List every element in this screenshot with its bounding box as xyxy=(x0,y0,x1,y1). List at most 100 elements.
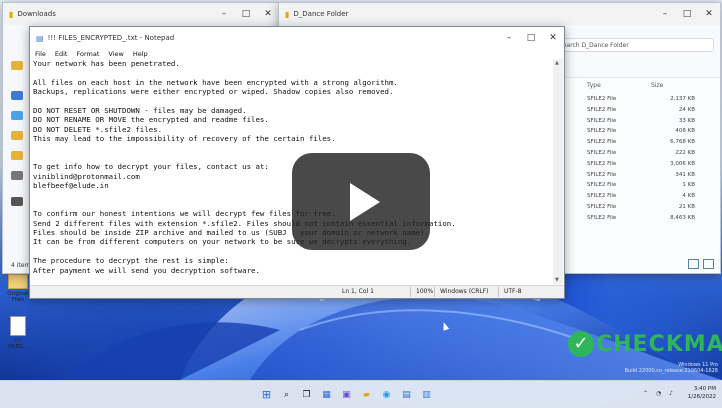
text-line: Files should be inside ZIP archive and m… xyxy=(33,228,430,238)
text-line xyxy=(33,153,549,162)
store-icon[interactable]: ▤ xyxy=(399,387,414,402)
file-type: SFILE2 File xyxy=(587,128,617,135)
menu-help[interactable]: Help xyxy=(133,50,148,58)
text-line: This may lead to the impossibility of re… xyxy=(33,134,336,144)
text-line: viniblind@protonmail.com xyxy=(33,171,140,181)
file-row[interactable]: SFILE2 File 3,006 KB xyxy=(585,161,715,171)
file-row[interactable]: SFILE2 File 408 KB xyxy=(585,128,715,138)
file-type: SFILE2 File xyxy=(587,150,617,156)
notepad-taskbar-icon[interactable]: ▥ xyxy=(419,387,434,402)
view-toggle xyxy=(688,259,714,269)
zoom-level: 100% xyxy=(416,288,434,295)
drive-icon[interactable] xyxy=(11,197,23,206)
text-line: Backups, replications were either encryp… xyxy=(33,87,394,97)
details-view-icon[interactable] xyxy=(688,259,699,269)
minimize-button[interactable]: – xyxy=(213,3,235,25)
menu-bar: File Edit Format View Help xyxy=(30,49,564,59)
taskbar: ⊞ ⌕ ❐ ▦ ▣ ▰ ◉ ▤ ▥ ⌃ ◔ ♪ 3:40 PM 1/26/202… xyxy=(0,380,722,408)
widgets-icon[interactable]: ▦ xyxy=(319,387,334,402)
desktop-icon-ransom-note[interactable]: !!! FILES... xyxy=(4,316,32,350)
downloads-titlebar[interactable]: ▮ Downloads – □ ✕ xyxy=(3,3,279,25)
watermark-text: CHECKMAL xyxy=(596,331,722,357)
text-line xyxy=(33,144,549,153)
desktop-icon-original-files[interactable]: Original Files xyxy=(4,274,32,303)
status-bar: Ln 1, Col 1 100% Windows (CRLF) UTF-8 xyxy=(30,285,564,298)
file-row[interactable]: SFILE2 File 6,768 KB xyxy=(585,139,715,149)
scroll-down-icon[interactable]: ▼ xyxy=(555,277,559,283)
file-size: 8,463 KB xyxy=(670,214,695,221)
file-row[interactable]: SFILE2 File 33 KB xyxy=(585,118,715,128)
menu-format[interactable]: Format xyxy=(76,50,99,58)
navigation-pane xyxy=(3,47,31,247)
file-row[interactable]: SFILE2 File 1 KB xyxy=(585,182,715,192)
line-ending: Windows (CRLF) xyxy=(440,288,489,295)
menu-edit[interactable]: Edit xyxy=(55,50,68,58)
video-play-button[interactable] xyxy=(292,153,430,250)
maximize-button[interactable]: □ xyxy=(520,27,542,49)
text-line: To confirm our honest intentions we will… xyxy=(33,209,336,219)
file-size: 21 KB xyxy=(678,204,695,210)
desktop-icon-label: !!! FILES... xyxy=(7,338,29,350)
chat-icon[interactable]: ▣ xyxy=(339,387,354,402)
close-button[interactable]: ✕ xyxy=(542,27,564,49)
file-row[interactable]: SFILE2 File 8,463 KB xyxy=(585,215,715,225)
text-file-icon xyxy=(10,316,26,336)
close-button[interactable]: ✕ xyxy=(257,3,279,25)
window-title: D_Dance Folder xyxy=(293,10,349,18)
file-size: 2,137 KB xyxy=(670,96,695,102)
tiles-view-icon[interactable] xyxy=(703,259,714,269)
file-row[interactable]: SFILE2 File 341 KB xyxy=(585,172,715,182)
desktop-icon[interactable] xyxy=(11,91,23,100)
file-type: SFILE2 File xyxy=(587,117,617,124)
file-type: SFILE2 File xyxy=(587,193,617,200)
file-size: 408 KB xyxy=(675,128,695,135)
folder-titlebar[interactable]: ▮ D_Dance Folder – □ ✕ xyxy=(279,3,720,25)
clock[interactable]: 3:40 PM 1/26/2022 xyxy=(688,385,716,401)
search-icon[interactable]: ⌕ xyxy=(279,387,294,402)
text-line: The procedure to decrypt the rest is sim… xyxy=(33,256,229,266)
pictures-icon[interactable] xyxy=(11,151,23,160)
text-line xyxy=(33,97,549,106)
file-size: 3,006 KB xyxy=(670,160,695,167)
system-tray[interactable]: ⌃ ◔ ♪ xyxy=(643,390,676,397)
text-editor[interactable]: Your network has been penetrated. All fil… xyxy=(33,59,549,286)
play-icon xyxy=(350,182,380,221)
notepad-titlebar[interactable]: ▤ !!! FILES_ENCRYPTED_.txt - Notepad – □… xyxy=(30,27,564,49)
file-size: 1 KB xyxy=(682,182,695,189)
file-row[interactable]: SFILE2 File 21 KB xyxy=(585,204,715,214)
task-view-icon[interactable]: ❐ xyxy=(299,387,314,402)
desktop-icon-label: Original Files xyxy=(7,291,29,303)
close-button[interactable]: ✕ xyxy=(698,3,720,25)
menu-view[interactable]: View xyxy=(108,50,123,58)
file-type: SFILE2 File xyxy=(587,96,617,102)
home-icon[interactable] xyxy=(11,61,23,70)
column-size[interactable]: Size xyxy=(651,82,663,89)
search-input[interactable]: Search D_Dance Folder xyxy=(554,38,714,52)
scroll-up-icon[interactable]: ▲ xyxy=(555,60,559,66)
column-type[interactable]: Type xyxy=(587,82,601,89)
file-row[interactable]: SFILE2 File 2,137 KB xyxy=(585,96,715,106)
file-type: SFILE2 File xyxy=(587,160,617,167)
file-explorer-icon[interactable]: ▰ xyxy=(359,387,374,402)
minimize-button[interactable]: – xyxy=(498,27,520,49)
menu-file[interactable]: File xyxy=(35,50,46,58)
windows-version: Windows 11 Pro Build 22000.co_release.21… xyxy=(625,362,718,374)
maximize-button[interactable]: □ xyxy=(235,3,257,25)
text-line: Your network has been penetrated. xyxy=(33,59,180,68)
edge-icon[interactable]: ◉ xyxy=(379,387,394,402)
this-pc-icon[interactable] xyxy=(11,171,23,180)
downloads-icon[interactable] xyxy=(11,111,23,120)
documents-icon[interactable] xyxy=(11,131,23,140)
window-title: Downloads xyxy=(17,10,56,18)
file-row[interactable]: SFILE2 File 24 KB xyxy=(585,107,715,117)
file-row[interactable]: SFILE2 File 222 KB xyxy=(585,150,715,160)
start-icon[interactable]: ⊞ xyxy=(259,387,274,402)
version-build: Build 22000.co_release.210604-1628 xyxy=(624,368,718,374)
text-line xyxy=(33,68,549,77)
maximize-button[interactable]: □ xyxy=(676,3,698,25)
vertical-scrollbar[interactable]: ▲ ▼ xyxy=(553,59,563,284)
folder-icon: ▮ xyxy=(9,9,14,19)
file-row[interactable]: SFILE2 File 4 KB xyxy=(585,193,715,203)
text-line xyxy=(33,247,549,256)
minimize-button[interactable]: – xyxy=(654,3,676,25)
